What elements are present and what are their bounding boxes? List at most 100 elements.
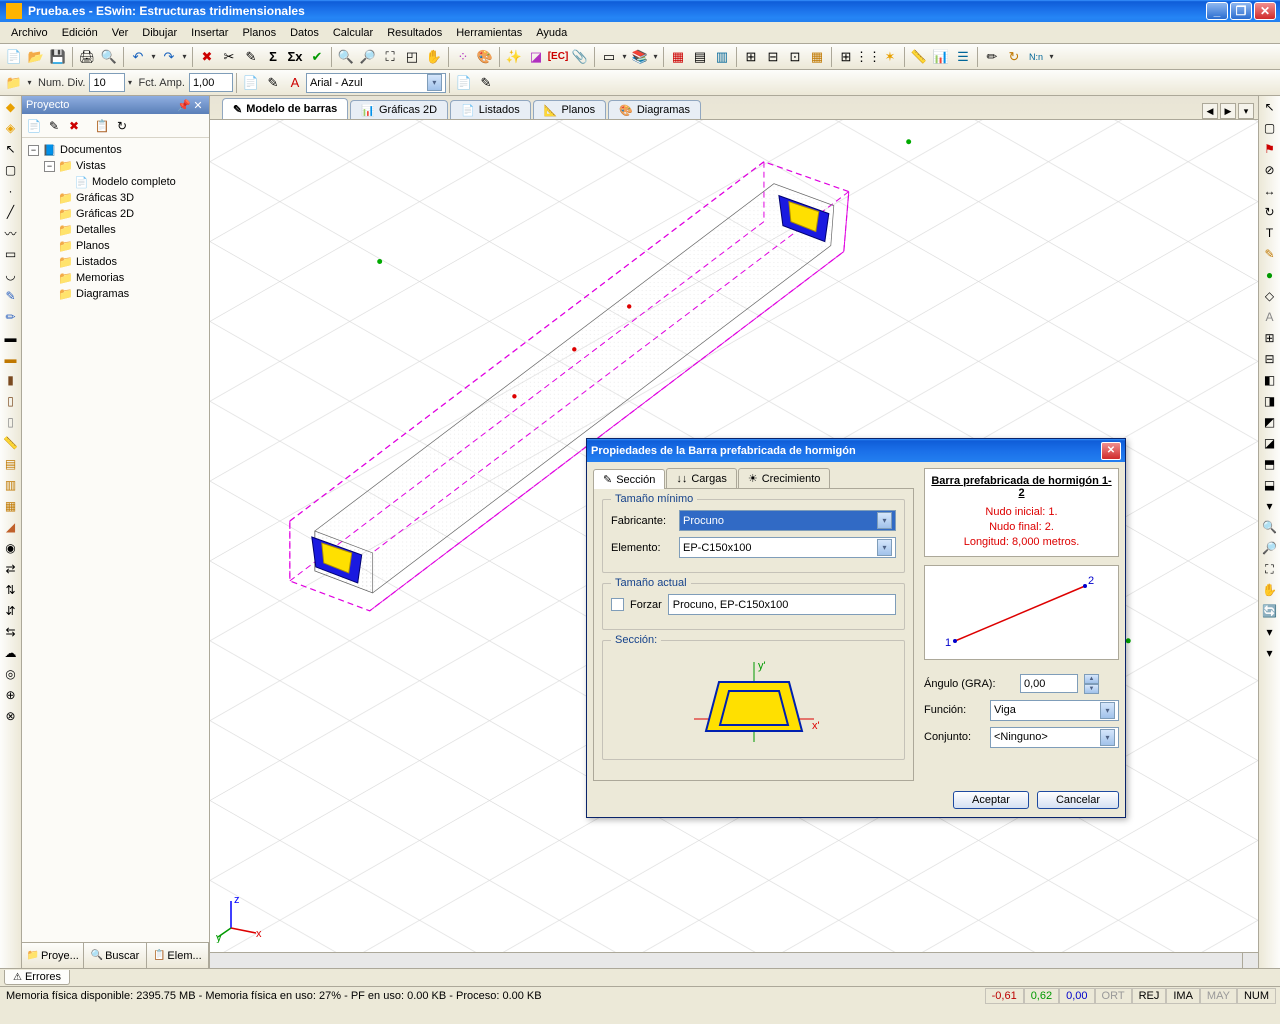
menu-insertar[interactable]: Insertar	[184, 25, 235, 41]
angulo-input[interactable]	[1020, 674, 1078, 693]
cut-icon[interactable]: ✂	[218, 46, 240, 68]
vtool-flow3-icon[interactable]: ⇵	[2, 602, 20, 620]
print-icon[interactable]: 🖨	[76, 46, 98, 68]
proj-copy-icon[interactable]: 📋	[93, 117, 111, 135]
tree-g2d[interactable]: Gráficas 2D	[24, 206, 207, 222]
font-select[interactable]: Arial - Azul ▾	[306, 73, 446, 93]
menu-datos[interactable]: Datos	[283, 25, 326, 41]
layers-icon[interactable]: 📚	[629, 46, 651, 68]
vtool-polyline-icon[interactable]: 〰	[2, 224, 20, 242]
rvtool-m4-icon[interactable]: ◨	[1261, 392, 1279, 410]
dialog-tab-crecimiento[interactable]: ☀ Crecimiento	[738, 468, 831, 488]
rvtool-m8-icon[interactable]: ⬓	[1261, 476, 1279, 494]
rvtool-dim-icon[interactable]: ↔	[1261, 182, 1279, 200]
menu-ver[interactable]: Ver	[105, 25, 136, 41]
vtool-rect-icon[interactable]: ▭	[2, 245, 20, 263]
drawing-icon[interactable]: ◪	[525, 46, 547, 68]
numdiv-input[interactable]	[89, 73, 125, 92]
dialog-tab-seccion[interactable]: ✎ Sección	[593, 469, 665, 489]
rvtool-dot-icon[interactable]: ●	[1261, 266, 1279, 284]
rvtool-flag-icon[interactable]: ⚑	[1261, 140, 1279, 158]
tab-nav-prev[interactable]: ◀	[1202, 103, 1218, 119]
redo-icon[interactable]: ↷	[158, 46, 180, 68]
tree-memorias[interactable]: Memorias	[24, 270, 207, 286]
vtool-flow2-icon[interactable]: ⇅	[2, 581, 20, 599]
pencil-tb-icon[interactable]: ✎	[262, 72, 284, 94]
grid3-icon[interactable]: ▥	[711, 46, 733, 68]
tree-listados[interactable]: Listados	[24, 254, 207, 270]
doc-tab-listados[interactable]: 📄 Listados	[450, 100, 531, 119]
vtool-flow4-icon[interactable]: ⇆	[2, 623, 20, 641]
project-tab-buscar[interactable]: 🔍Buscar	[84, 943, 146, 968]
project-tree[interactable]: −📘Documentos −Vistas Modelo completo Grá…	[22, 138, 209, 942]
rvtool-m5-icon[interactable]: ◩	[1261, 413, 1279, 431]
align-icon[interactable]: ⊞	[740, 46, 762, 68]
grid-snap-icon[interactable]: ⊞	[835, 46, 857, 68]
nn-icon[interactable]: N:n	[1025, 46, 1047, 68]
list-icon[interactable]: ☰	[952, 46, 974, 68]
menu-dibujar[interactable]: Dibujar	[135, 25, 184, 41]
rvtool-m6-icon[interactable]: ◪	[1261, 434, 1279, 452]
fabricante-select[interactable]: Procuno▾	[679, 510, 896, 531]
rvtool-a-icon[interactable]: A	[1261, 308, 1279, 326]
vtool-stairs-icon[interactable]: ◢	[2, 518, 20, 536]
star-icon[interactable]: ✶	[879, 46, 901, 68]
bottom-tab-errores[interactable]: ⚠ Errores	[4, 970, 70, 985]
tab-nav-next[interactable]: ▶	[1220, 103, 1236, 119]
status-may[interactable]: MAY	[1200, 988, 1237, 1004]
redo-dropdown[interactable]: ▾	[180, 46, 189, 68]
grid2-icon[interactable]: ▤	[689, 46, 711, 68]
rvtool-filter-icon[interactable]: ⊘	[1261, 161, 1279, 179]
window-maximize-button[interactable]: ❐	[1230, 2, 1252, 20]
tree-planos[interactable]: Planos	[24, 238, 207, 254]
check-icon[interactable]: ✔	[306, 46, 328, 68]
ec-icon[interactable]: [EC]	[547, 46, 569, 68]
fctamp-input[interactable]	[189, 73, 233, 92]
vtool-gray-icon[interactable]: ▯	[2, 413, 20, 431]
tree-diagramas[interactable]: Diagramas	[24, 286, 207, 302]
proj-new-icon[interactable]: 📄	[25, 117, 43, 135]
shape-dropdown[interactable]: ▾	[620, 46, 629, 68]
rvtool-dropdown1-icon[interactable]: ▾	[1261, 497, 1279, 515]
vtool-point-icon[interactable]: ·	[2, 182, 20, 200]
tab-nav-menu[interactable]: ▾	[1238, 103, 1254, 119]
rvtool-rect-icon[interactable]: ▢	[1261, 119, 1279, 137]
dialog-close-button[interactable]: ✕	[1101, 442, 1121, 460]
doc2-tb-icon[interactable]: 📄	[453, 72, 475, 94]
clip-icon[interactable]: 📎	[569, 46, 591, 68]
open-icon[interactable]: 📂	[25, 46, 47, 68]
vtool-arc-icon[interactable]: ◡	[2, 266, 20, 284]
vtool-node-icon[interactable]: ◉	[2, 539, 20, 557]
zoom-out-icon[interactable]: 🔎	[357, 46, 379, 68]
doc-tb-icon[interactable]: 📄	[240, 72, 262, 94]
vtool-hatch3-icon[interactable]: ▦	[2, 497, 20, 515]
menu-archivo[interactable]: Archivo	[4, 25, 55, 41]
save-icon[interactable]: 💾	[47, 46, 69, 68]
vtool-brown1-icon[interactable]: ▮	[2, 371, 20, 389]
zoom-window-icon[interactable]: ◰	[401, 46, 423, 68]
doc-tab-g2d[interactable]: 📊 Gráficas 2D	[350, 100, 448, 119]
layer-tb-icon[interactable]: 📁	[3, 72, 25, 94]
vtool-orange2-icon[interactable]: ◈	[2, 119, 20, 137]
grid1-icon[interactable]: ▦	[667, 46, 689, 68]
rvtool-orbit-icon[interactable]: 🔄	[1261, 602, 1279, 620]
elemento-select[interactable]: EP-C150x100▾	[679, 537, 896, 558]
ruler-icon[interactable]: 📏	[908, 46, 930, 68]
rvtool-shape-icon[interactable]: ◇	[1261, 287, 1279, 305]
vtool-flow1-icon[interactable]: ⇄	[2, 560, 20, 578]
dialog-titlebar[interactable]: Propiedades de la Barra prefabricada de …	[587, 439, 1125, 462]
rvtool-pen-icon[interactable]: ✎	[1261, 245, 1279, 263]
window-close-button[interactable]: ✕	[1254, 2, 1276, 20]
vtool-cloud-icon[interactable]: ☁	[2, 644, 20, 662]
properties-icon[interactable]: ✎	[240, 46, 262, 68]
vtool-ruler-icon[interactable]: 📏	[2, 434, 20, 452]
angulo-spin-up[interactable]: ▲	[1084, 674, 1099, 684]
project-panel-close-icon[interactable]: ✕	[191, 99, 205, 112]
vtool-misc2-icon[interactable]: ⊕	[2, 686, 20, 704]
rvtool-dropdown2-icon[interactable]: ▾	[1261, 623, 1279, 641]
zoom-fit-icon[interactable]: ⛶	[379, 46, 401, 68]
conjunto-select[interactable]: <Ninguno>▾	[990, 727, 1119, 748]
menu-edicion[interactable]: Edición	[55, 25, 105, 41]
vtool-line-icon[interactable]: ╱	[2, 203, 20, 221]
window-minimize-button[interactable]: _	[1206, 2, 1228, 20]
